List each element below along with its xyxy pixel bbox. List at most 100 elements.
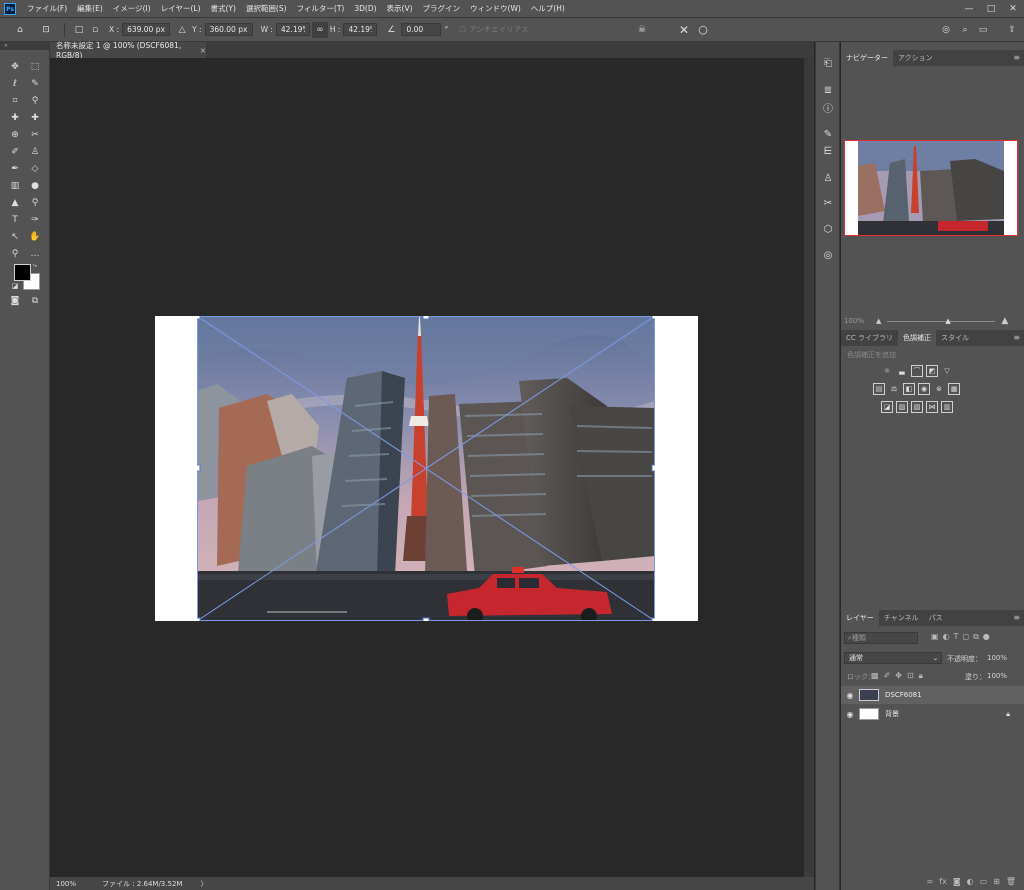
- x-input[interactable]: [122, 23, 171, 36]
- share-icon[interactable]: ⇪: [1004, 22, 1020, 38]
- menu-select[interactable]: 選択範囲(S): [241, 3, 292, 14]
- tool-presets-icon[interactable]: ✂: [820, 195, 836, 211]
- y-input[interactable]: [204, 23, 253, 36]
- commit-transform-icon[interactable]: ○: [695, 22, 711, 38]
- canvas-vertical-scrollbar[interactable]: [804, 58, 814, 877]
- document-tab[interactable]: 名称未設定 1 @ 100% (DSCF6081, RGB/8) ×: [50, 41, 206, 60]
- h-input[interactable]: [343, 23, 378, 36]
- levels-icon[interactable]: ▃: [896, 365, 908, 377]
- relative-position-icon[interactable]: △: [174, 22, 190, 38]
- tab-navigator[interactable]: ナビゲーター: [841, 50, 893, 66]
- layer-style-icon[interactable]: fx: [939, 877, 947, 886]
- exposure-icon[interactable]: ◩: [926, 365, 938, 377]
- layer-row[interactable]: ◉ 背景 🔒︎: [841, 705, 1024, 723]
- eye-icon[interactable]: ◉: [841, 710, 859, 719]
- zoom-tool-icon[interactable]: ⚲: [7, 247, 23, 261]
- filter-smart-object-icon[interactable]: ⧉: [973, 632, 979, 642]
- history-icon[interactable]: ⎗: [820, 55, 836, 71]
- menu-layer[interactable]: レイヤー(L): [156, 3, 206, 14]
- home-icon[interactable]: ⌂: [12, 22, 28, 38]
- tab-actions[interactable]: アクション: [893, 50, 938, 66]
- default-colors-icon[interactable]: ◪: [10, 281, 20, 291]
- maximize-button[interactable]: □: [980, 0, 1002, 17]
- lock-transparency-icon[interactable]: ▩: [871, 671, 879, 681]
- layer-filter-select[interactable]: ⌕ 種類: [844, 632, 918, 644]
- quick-mask-icon[interactable]: ◙: [7, 294, 23, 308]
- color-balance-icon[interactable]: ⚖: [888, 383, 900, 395]
- move-tool-icon[interactable]: ✥: [7, 60, 23, 74]
- brush-settings-icon[interactable]: ✎: [820, 126, 836, 142]
- invert-icon[interactable]: ◪: [881, 401, 893, 413]
- lock-pixels-icon[interactable]: ✐: [884, 671, 891, 681]
- layer-row[interactable]: ◉ DSCF6081: [841, 686, 1024, 704]
- menu-type[interactable]: 書式(Y): [206, 3, 241, 14]
- vibrance-icon[interactable]: ▽: [941, 365, 953, 377]
- quick-select-tool-icon[interactable]: ✎: [27, 77, 43, 91]
- minimize-button[interactable]: —: [958, 0, 980, 17]
- menu-window[interactable]: ウィンドウ(W): [465, 3, 526, 14]
- status-arrow[interactable]: 〉: [200, 879, 207, 889]
- patch-tool-icon[interactable]: ⊕: [7, 128, 23, 142]
- filter-pixel-icon[interactable]: ▣: [931, 632, 939, 642]
- filter-adjustment-icon[interactable]: ◐: [943, 632, 950, 642]
- clone-stamp-tool-icon[interactable]: ♙: [27, 145, 43, 159]
- transform-mode-icon[interactable]: ⊡: [38, 22, 54, 38]
- tab-channels[interactable]: チャンネル: [879, 610, 924, 626]
- swap-colors-icon[interactable]: ⤷: [30, 260, 40, 270]
- selective-color-icon[interactable]: ⋈: [926, 401, 938, 413]
- w-input[interactable]: [275, 23, 310, 36]
- eraser-tool-icon[interactable]: ◇: [27, 162, 43, 176]
- search-icon[interactable]: ⌕: [957, 22, 973, 38]
- hue-saturation-icon[interactable]: ▤: [873, 383, 885, 395]
- crop-tool-icon[interactable]: ⌗: [7, 94, 23, 108]
- tab-cc-libraries[interactable]: CC ライブラリ: [841, 330, 898, 346]
- channel-mixer-icon[interactable]: ⊛: [933, 383, 945, 395]
- navigator-panel-menu-icon[interactable]: ≡: [1013, 50, 1020, 66]
- eyedropper-tool-icon[interactable]: ⚲: [27, 94, 43, 108]
- filter-toggle-icon[interactable]: ●: [983, 632, 990, 642]
- workspace-icon[interactable]: ▭: [975, 22, 991, 38]
- brightness-contrast-icon[interactable]: ☼: [881, 365, 893, 377]
- pen-tool-icon[interactable]: ✑: [27, 213, 43, 227]
- menu-plugins[interactable]: プラグイン: [418, 3, 466, 14]
- photoshop-logo-icon[interactable]: Ps: [4, 2, 16, 15]
- menu-3d[interactable]: 3D(D): [349, 4, 381, 13]
- status-zoom[interactable]: 100%: [56, 880, 76, 888]
- opacity-value[interactable]: 100%: [987, 654, 1007, 662]
- zoom-out-icon[interactable]: ▲: [876, 317, 881, 325]
- content-aware-move-tool-icon[interactable]: ✂: [27, 128, 43, 142]
- antialias-checkbox[interactable]: ☐: [459, 25, 466, 34]
- user-icon[interactable]: ◎: [938, 22, 954, 38]
- path-select-tool-icon[interactable]: ↖: [7, 230, 23, 244]
- add-mask-icon[interactable]: ◙: [953, 877, 961, 886]
- timeline-icon[interactable]: ◎: [820, 247, 836, 263]
- brushes-icon[interactable]: ⋿: [820, 143, 836, 159]
- clone-source-icon[interactable]: ♙: [820, 170, 836, 186]
- menu-view[interactable]: 表示(V): [382, 3, 418, 14]
- photo-layer-image[interactable]: [197, 316, 655, 621]
- healing-brush-tool-icon[interactable]: ✚: [27, 111, 43, 125]
- color-lookup-icon[interactable]: ▦: [948, 383, 960, 395]
- threshold-icon[interactable]: ▧: [911, 401, 923, 413]
- layers-panel-menu-icon[interactable]: ≡: [1013, 610, 1020, 626]
- lasso-tool-icon[interactable]: ℓ: [7, 77, 23, 91]
- adjustments-panel-menu-icon[interactable]: ≡: [1013, 330, 1020, 346]
- tab-adjustments[interactable]: 色調補正: [898, 330, 937, 346]
- brush-tool-icon[interactable]: ✐: [7, 145, 23, 159]
- toolbar-collapse-handle[interactable]: «: [0, 42, 50, 50]
- menu-filter[interactable]: フィルター(T): [292, 3, 350, 14]
- new-adjustment-icon[interactable]: ◐: [967, 877, 974, 886]
- new-group-icon[interactable]: ▭: [980, 877, 988, 886]
- more-tools-icon[interactable]: …: [27, 247, 43, 261]
- menu-edit[interactable]: 編集(E): [72, 3, 108, 14]
- navigator-thumbnail[interactable]: [844, 140, 1018, 236]
- marquee-tool-icon[interactable]: ⬚: [27, 60, 43, 74]
- navigator-zoom-slider-thumb[interactable]: ▲: [945, 317, 950, 325]
- filter-shape-icon[interactable]: ◻: [962, 632, 969, 642]
- navigator-zoom-slider[interactable]: ▲: [887, 317, 996, 325]
- dodge-tool-icon[interactable]: ▲: [7, 196, 23, 210]
- gradient-tool-icon[interactable]: ▥: [7, 179, 23, 193]
- document-tab-close[interactable]: ×: [200, 46, 206, 55]
- info-icon[interactable]: ⓘ: [820, 99, 836, 115]
- curves-icon[interactable]: ⌒: [911, 365, 923, 377]
